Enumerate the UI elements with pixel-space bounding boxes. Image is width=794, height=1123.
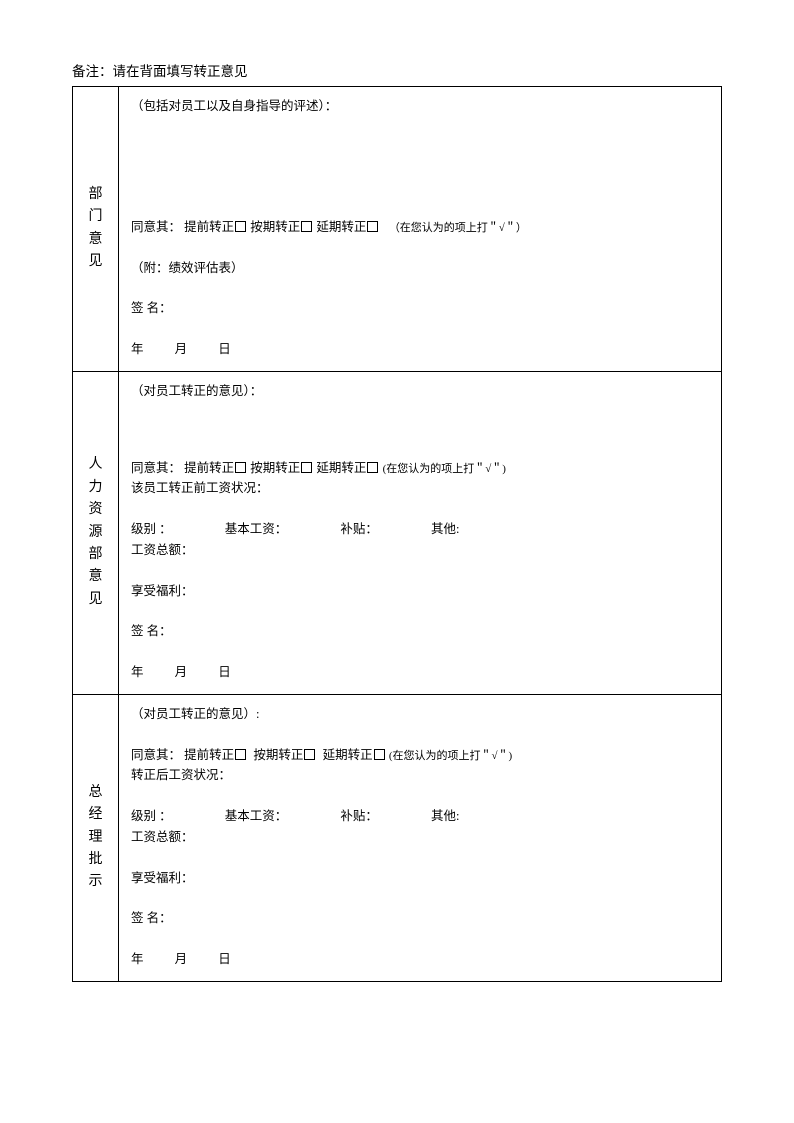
date-line: 年 月 日: [131, 663, 705, 682]
intro-text: （包括对员工以及自身指导的评述）：: [131, 97, 705, 116]
checkbox-delay[interactable]: [367, 221, 378, 232]
benefits: 享受福利：: [131, 582, 705, 601]
intro-text: （对员工转正的意见）:: [131, 705, 705, 724]
checkbox-early[interactable]: [235, 749, 246, 760]
section-content-gm: （对员工转正的意见）: 同意其： 提前转正 按期转正 延期转正 (在您认为的项上…: [119, 694, 722, 981]
checkbox-early[interactable]: [235, 221, 246, 232]
salary-details: 级别 ： 基本工资： 补贴： 其他:: [131, 807, 705, 826]
agree-line: 同意其： 提前转正 按期转正 延期转正 (在您认为的项上打＂√＂): [131, 459, 705, 478]
salary-details: 级别 ： 基本工资： 补贴： 其他:: [131, 520, 705, 539]
intro-text: （对员工转正的意见）：: [131, 382, 705, 401]
signature-line: 签 名：: [131, 299, 705, 318]
section-label-dept: 部 门 意 见: [73, 87, 119, 372]
agree-line: 同意其： 提前转正 按期转正 延期转正 （在您认为的项上打＂√＂）: [131, 218, 705, 237]
total-salary: 工资总额：: [131, 828, 705, 847]
checkbox-delay[interactable]: [374, 749, 385, 760]
section-label-gm: 总 经 理 批 示: [73, 694, 119, 981]
attachment-note: （附：绩效评估表）: [131, 259, 705, 278]
section-content-hr: （对员工转正的意见）： 同意其： 提前转正 按期转正 延期转正 (在您认为的项上…: [119, 371, 722, 694]
checkbox-ontime[interactable]: [301, 221, 312, 232]
checkbox-ontime[interactable]: [304, 749, 315, 760]
salary-status: 该员工转正前工资状况：: [131, 479, 705, 498]
date-line: 年 月 日: [131, 340, 705, 359]
checkbox-ontime[interactable]: [301, 462, 312, 473]
page-note: 备注：请在背面填写转正意见: [72, 60, 722, 80]
signature-line: 签 名：: [131, 909, 705, 928]
date-line: 年 月 日: [131, 950, 705, 969]
total-salary: 工资总额：: [131, 541, 705, 560]
section-label-hr: 人 力 资 源 部 意 见: [73, 371, 119, 694]
approval-table: 部 门 意 见 （包括对员工以及自身指导的评述）： 同意其： 提前转正 按期转正…: [72, 86, 722, 982]
signature-line: 签 名：: [131, 622, 705, 641]
benefits: 享受福利：: [131, 869, 705, 888]
checkbox-delay[interactable]: [367, 462, 378, 473]
section-content-dept: （包括对员工以及自身指导的评述）： 同意其： 提前转正 按期转正 延期转正 （在…: [119, 87, 722, 372]
salary-status: 转正后工资状况：: [131, 766, 705, 785]
checkbox-early[interactable]: [235, 462, 246, 473]
agree-line: 同意其： 提前转正 按期转正 延期转正 (在您认为的项上打＂√＂): [131, 746, 705, 765]
